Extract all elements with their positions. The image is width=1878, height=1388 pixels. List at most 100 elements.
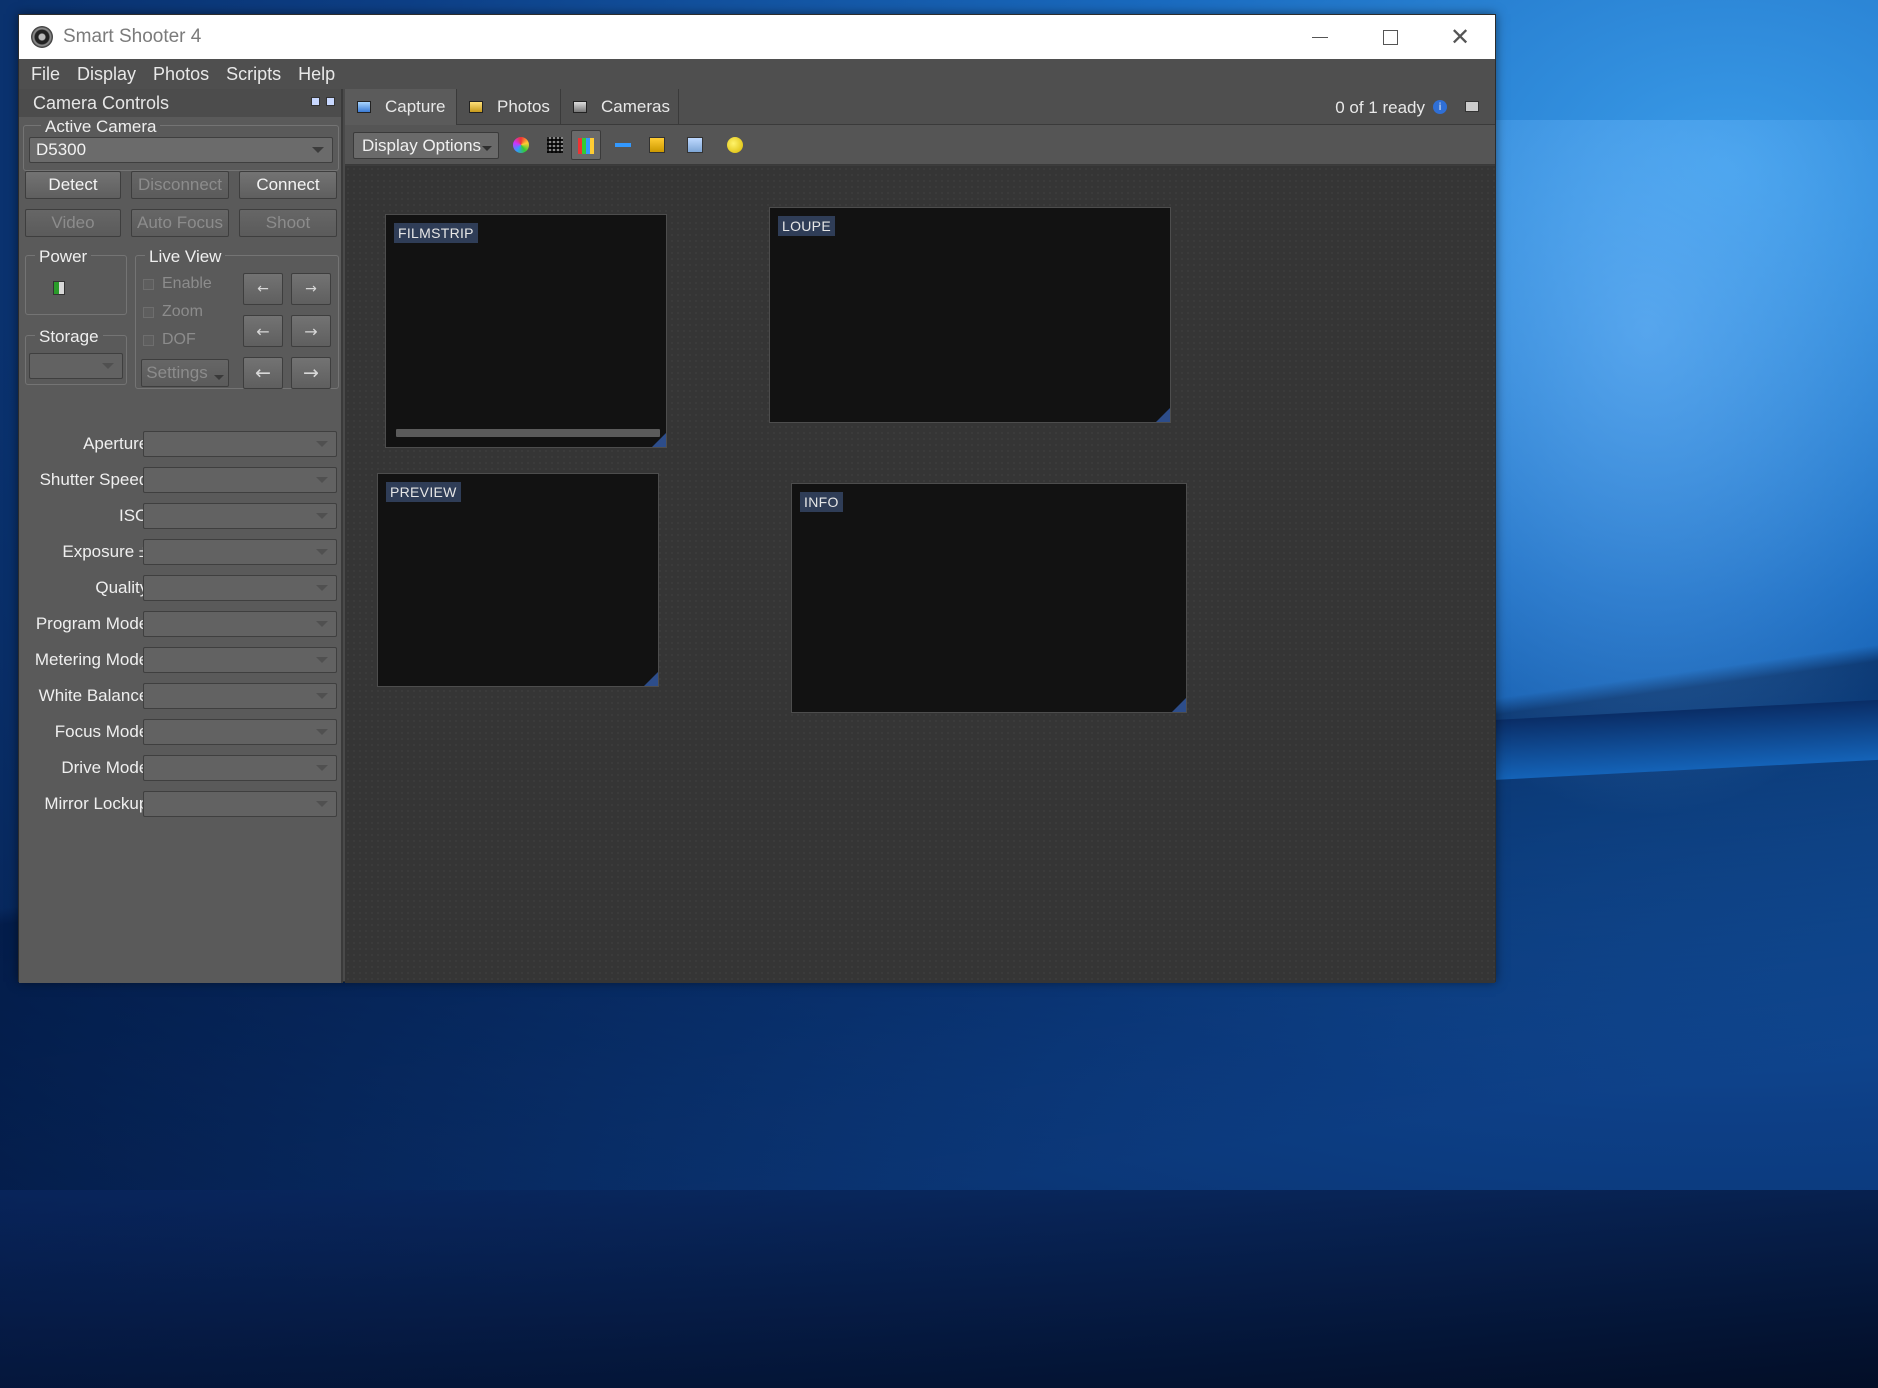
panel-menu-icon[interactable]: [1465, 101, 1479, 112]
storage-label: Storage: [35, 327, 103, 347]
tab-capture-label: Capture: [385, 97, 446, 116]
loupe-title: LOUPE: [778, 216, 835, 236]
focus-near-large-button[interactable]: ←: [243, 357, 283, 389]
photos-icon: [469, 101, 483, 113]
settings-button[interactable]: Settings: [141, 359, 229, 387]
menu-file[interactable]: File: [31, 64, 60, 85]
focus-near-small-button[interactable]: ←: [243, 273, 283, 305]
grid-icon[interactable]: [547, 137, 563, 153]
filmstrip-panel[interactable]: FILMSTRIP: [385, 214, 667, 448]
menu-help[interactable]: Help: [298, 64, 335, 85]
video-button[interactable]: Video: [25, 209, 121, 237]
close-icon: ✕: [1449, 23, 1471, 51]
resize-grip-icon[interactable]: [1172, 698, 1186, 712]
property-select[interactable]: [143, 683, 337, 709]
colour-wheel-icon[interactable]: [513, 137, 529, 153]
dock-float-icon[interactable]: [311, 97, 320, 106]
dock-title-bar: Camera Controls: [19, 89, 341, 117]
close-button[interactable]: ✕: [1425, 15, 1495, 59]
property-select[interactable]: [143, 719, 337, 745]
screen-icon[interactable]: [687, 137, 703, 153]
bulb-icon[interactable]: [727, 137, 743, 153]
focus-far-large-button[interactable]: →: [291, 357, 331, 389]
arrow-left-icon: ←: [255, 362, 271, 384]
chevron-down-icon: [316, 585, 328, 591]
monitor-icon: [357, 101, 371, 113]
loupe-panel[interactable]: LOUPE: [769, 207, 1171, 423]
focus-far-small-button[interactable]: →: [291, 273, 331, 305]
resize-grip-icon[interactable]: [1156, 408, 1170, 422]
property-select[interactable]: [143, 503, 337, 529]
minimize-button[interactable]: [1285, 15, 1355, 59]
dof-checkbox[interactable]: DOF: [143, 331, 196, 349]
zoom-checkbox[interactable]: Zoom: [143, 303, 203, 321]
tab-cameras[interactable]: Cameras: [561, 89, 679, 125]
resize-grip-icon[interactable]: [652, 433, 666, 447]
chevron-down-icon: [213, 374, 224, 380]
property-select[interactable]: [143, 431, 337, 457]
detect-button[interactable]: Detect: [25, 171, 121, 199]
disconnect-button[interactable]: Disconnect: [131, 171, 229, 199]
storage-select[interactable]: [29, 353, 123, 379]
menu-bar: File Display Photos Scripts Help: [19, 59, 1495, 89]
active-camera-select[interactable]: D5300: [29, 137, 333, 163]
property-label: Quality:: [95, 578, 153, 597]
maximize-button[interactable]: [1355, 15, 1425, 59]
chevron-down-icon: [482, 146, 492, 151]
tab-capture[interactable]: Capture: [345, 89, 457, 125]
property-label: Shutter Speed:: [39, 470, 153, 489]
property-label: Mirror Lockup:: [44, 794, 153, 813]
info-panel[interactable]: INFO: [791, 483, 1187, 713]
enable-checkbox[interactable]: Enable: [143, 275, 212, 293]
minimize-icon: [1312, 36, 1328, 38]
shoot-button[interactable]: Shoot: [239, 209, 337, 237]
property-select[interactable]: [143, 647, 337, 673]
arrow-right-icon: →: [305, 281, 317, 297]
focus-far-medium-button[interactable]: →: [291, 315, 331, 347]
property-select[interactable]: [143, 611, 337, 637]
enable-label: Enable: [162, 275, 212, 292]
desktop-floor: [0, 1190, 1878, 1388]
chevron-down-icon: [316, 621, 328, 627]
filmstrip-scrollbar[interactable]: [396, 429, 660, 437]
chevron-down-icon: [316, 765, 328, 771]
info-title: INFO: [800, 492, 843, 512]
property-label: Exposure ±:: [62, 542, 153, 561]
property-select[interactable]: [143, 467, 337, 493]
focus-near-medium-button[interactable]: ←: [243, 315, 283, 347]
zoom-label: Zoom: [162, 303, 203, 320]
title-bar[interactable]: Smart Shooter 4 ✕: [19, 15, 1495, 59]
property-select[interactable]: [143, 755, 337, 781]
chevron-down-icon: [316, 513, 328, 519]
chevron-down-icon: [312, 147, 324, 153]
property-label: Focus Mode:: [54, 722, 153, 741]
ruler-icon[interactable]: [615, 143, 631, 147]
property-label: ISO:: [118, 506, 153, 525]
property-select[interactable]: [143, 539, 337, 565]
active-camera-label: Active Camera: [41, 117, 161, 137]
overlay-icon[interactable]: [649, 137, 665, 153]
histogram-icon: [578, 138, 594, 154]
display-options-button[interactable]: Display Options: [353, 132, 499, 159]
auto-focus-button[interactable]: Auto Focus: [131, 209, 229, 237]
menu-display[interactable]: Display: [77, 64, 136, 85]
preview-panel[interactable]: PREVIEW: [377, 473, 659, 687]
display-options-label: Display Options: [362, 135, 482, 155]
maximize-icon: [1382, 29, 1398, 45]
app-window: Smart Shooter 4 ✕ File Display Photos Sc…: [18, 14, 1496, 983]
tab-photos[interactable]: Photos: [457, 89, 561, 125]
info-icon[interactable]: i: [1433, 100, 1447, 114]
preview-title: PREVIEW: [386, 482, 461, 502]
property-select[interactable]: [143, 791, 337, 817]
chevron-down-icon: [316, 693, 328, 699]
chevron-down-icon: [316, 729, 328, 735]
dock-close-icon[interactable]: [326, 97, 335, 106]
arrow-right-icon: →: [303, 362, 319, 384]
ready-status: 0 of 1 ready: [1335, 98, 1425, 117]
connect-button[interactable]: Connect: [239, 171, 337, 199]
menu-scripts[interactable]: Scripts: [226, 64, 281, 85]
menu-photos[interactable]: Photos: [153, 64, 209, 85]
chevron-down-icon: [316, 801, 328, 807]
resize-grip-icon[interactable]: [644, 672, 658, 686]
property-select[interactable]: [143, 575, 337, 601]
